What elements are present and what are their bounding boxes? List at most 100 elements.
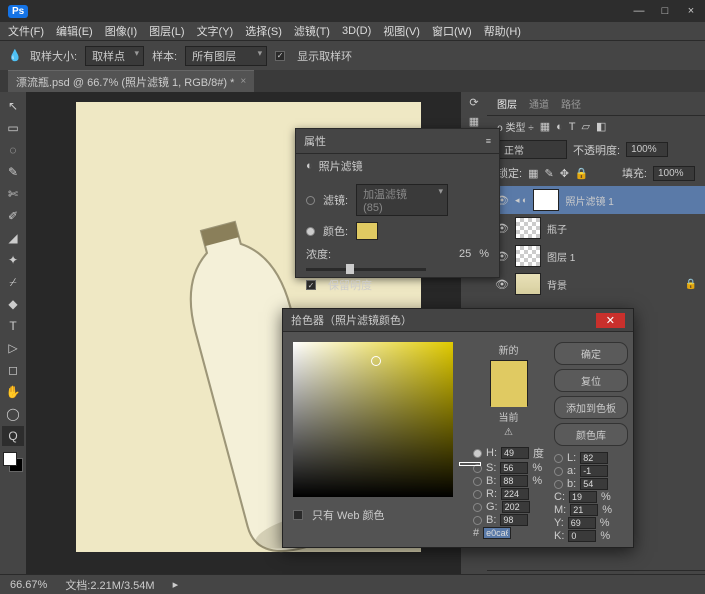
l-radio[interactable] [554,454,563,463]
bl-radio[interactable] [554,480,563,489]
history-icon[interactable]: ⟳ [469,96,478,109]
lasso-tool[interactable]: ◌ [2,140,24,160]
menu-select[interactable]: 选择(S) [245,23,282,39]
filter-color-swatch[interactable] [356,222,378,240]
slider-thumb[interactable] [346,264,354,274]
ok-button[interactable]: 确定 [554,342,628,365]
zoom-tool[interactable]: ◯ [2,404,24,424]
hex-input[interactable] [483,527,511,539]
layer-row[interactable]: 👁 图层 1 [487,242,705,270]
wand-tool[interactable]: ✎ [2,162,24,182]
filter-radio[interactable] [306,196,315,205]
l-input[interactable] [580,452,608,464]
maximize-button[interactable]: □ [659,5,671,17]
filter-shape-icon[interactable]: ▱ [582,120,590,133]
g-input[interactable] [502,501,530,513]
menu-view[interactable]: 视图(V) [383,23,420,39]
tab-channels[interactable]: 通道 [529,96,549,111]
layer-name[interactable]: 背景 [547,277,567,292]
filter-dropdown[interactable]: 加温滤镜 (85) [356,184,448,216]
layer-row[interactable]: 👁 背景 🔒 [487,270,705,298]
tab-paths[interactable]: 路径 [561,96,581,111]
fill-input[interactable]: 100% [653,166,695,181]
gamut-warning-icon[interactable]: ⚠ [504,427,513,438]
hue-thumb[interactable] [459,462,481,466]
menu-filter[interactable]: 滤镜(T) [294,23,330,39]
menu-image[interactable]: 图像(I) [105,23,137,39]
layer-name[interactable]: 图层 1 [547,249,575,264]
layer-name[interactable]: 瓶子 [547,221,567,236]
m-input[interactable] [570,504,598,516]
brush-tool[interactable]: ✐ [2,206,24,226]
show-ring-checkbox[interactable]: ✓ [275,51,285,61]
filter-pixel-icon[interactable]: ▦ [540,120,550,133]
hand-tool[interactable]: ✋ [2,382,24,402]
color-radio[interactable] [306,227,315,236]
density-slider[interactable] [306,268,426,271]
sample-layers-dropdown[interactable]: 所有图层 [185,46,267,66]
bl-input[interactable] [580,478,608,490]
panel-menu-icon[interactable]: ≡ [486,136,491,146]
menu-edit[interactable]: 编辑(E) [56,23,93,39]
menu-file[interactable]: 文件(F) [8,23,44,39]
move-tool[interactable]: ↖ [2,96,24,116]
g-radio[interactable] [473,503,482,512]
lock-all-icon[interactable]: 🔒 [575,167,589,180]
menu-3d[interactable]: 3D(D) [342,25,371,37]
h-input[interactable] [501,447,529,459]
status-chevron-icon[interactable]: ▸ [173,578,179,591]
sample-size-dropdown[interactable]: 取样点 [85,46,144,66]
bv-radio[interactable] [473,516,482,525]
gradient-tool[interactable]: ◢ [2,228,24,248]
shape-tool[interactable]: ◻ [2,360,24,380]
clone-tool[interactable]: ✦ [2,250,24,270]
bv-input[interactable] [500,514,528,526]
sv-field[interactable] [293,342,453,497]
blend-mode-dropdown[interactable]: 正常 [497,140,567,159]
y-input[interactable] [568,517,596,529]
filter-type-icon[interactable]: T [569,121,576,133]
menu-window[interactable]: 窗口(W) [432,23,472,39]
cancel-button[interactable]: 复位 [554,369,628,392]
lock-pixel-icon[interactable]: ✎ [544,167,553,180]
c-input[interactable] [569,491,597,503]
layer-mask-thumb[interactable] [533,189,559,211]
layer-row[interactable]: 👁 ◂ ◐ 照片滤镜 1 [487,186,705,214]
k-input[interactable] [568,530,596,542]
marquee-tool[interactable]: ▭ [2,118,24,138]
document-tab-close[interactable]: × [240,76,246,87]
web-only-checkbox[interactable] [293,510,303,520]
sv-cursor[interactable] [371,356,381,366]
path-tool[interactable]: ▷ [2,338,24,358]
h-radio[interactable] [473,449,482,458]
color-swatches[interactable] [3,452,23,472]
swatches-icon[interactable]: ▦ [469,115,479,128]
layer-name[interactable]: 照片滤镜 1 [565,193,613,208]
lock-pos-icon[interactable]: ✥ [560,167,569,180]
lock-trans-icon[interactable]: ▦ [528,167,538,180]
a-input[interactable] [580,465,608,477]
b-input[interactable] [500,475,528,487]
s-input[interactable] [500,462,528,474]
foreground-swatch[interactable] [3,452,17,466]
tab-layers[interactable]: 图层 [497,96,517,111]
menu-type[interactable]: 文字(Y) [197,23,234,39]
filter-smart-icon[interactable]: ◧ [596,120,606,133]
filter-adjust-icon[interactable]: ◐ [556,121,563,133]
r-radio[interactable] [473,490,482,499]
crop-tool[interactable]: ✄ [2,184,24,204]
pen-tool[interactable]: ◆ [2,294,24,314]
add-swatch-button[interactable]: 添加到色板 [554,396,628,419]
menu-layer[interactable]: 图层(L) [149,23,184,39]
type-tool[interactable]: T [2,316,24,336]
layer-thumb[interactable] [515,217,541,239]
layer-thumb[interactable] [515,273,541,295]
eyedropper-tool[interactable]: Q [2,426,24,446]
current-color-swatch[interactable] [491,384,527,407]
picker-close-button[interactable]: ✕ [596,313,625,328]
r-input[interactable] [501,488,529,500]
preserve-lum-checkbox[interactable]: ✓ [306,280,316,290]
b-radio[interactable] [473,477,482,486]
minimize-button[interactable]: — [633,5,645,17]
document-tab[interactable]: 漂流瓶.psd @ 66.7% (照片滤镜 1, RGB/8#) * × [8,70,254,93]
